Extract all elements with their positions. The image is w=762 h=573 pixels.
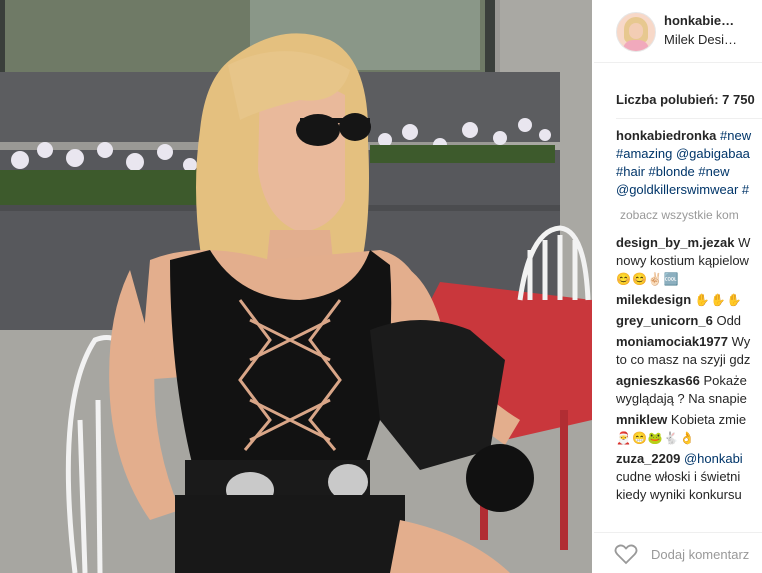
comment-text: kiedy wyniki konkursu — [616, 487, 742, 502]
username-link[interactable]: honkabie… — [664, 13, 734, 28]
caption: honkabiedronka #new #amazing @gabigabaa … — [616, 127, 762, 199]
comment-text[interactable]: @honkabi — [684, 451, 743, 466]
caption-line[interactable]: #new — [720, 128, 751, 143]
comment: agnieszkas66 Pokaże wyglądają ? Na snapi… — [616, 372, 762, 408]
comment-user[interactable]: zuza_2209 — [616, 451, 680, 466]
comments-list: design_by_m.jezak W nowy kostium kąpielo… — [616, 234, 762, 507]
post-photo[interactable] — [0, 0, 592, 573]
comment-text: Odd — [716, 313, 742, 328]
caption-line[interactable]: #hair #blonde #new — [616, 163, 762, 181]
comment: moniamociak1977 Wy to co masz na szyji g… — [616, 333, 762, 369]
post-sidebar: honkabie… Milek Desi… Liczba polubień: 7… — [594, 0, 762, 573]
heart-icon[interactable] — [614, 543, 638, 570]
likes-count[interactable]: Liczba polubień: 7 750 — [616, 92, 755, 107]
comment-user[interactable]: milekdesign — [616, 292, 691, 307]
comment-text: wyglądają ? Na snapie — [616, 391, 747, 406]
comment: mniklew Kobieta zmie 🎅😁🐸🐇👌 — [616, 411, 762, 447]
comment-emoji: ✋✋✋ — [694, 293, 743, 307]
caption-author[interactable]: honkabiedronka — [616, 128, 716, 143]
caption-line[interactable]: @goldkillerswimwear # — [616, 181, 762, 199]
comment-user[interactable]: agnieszkas66 — [616, 373, 700, 388]
comment-user[interactable]: mniklew — [616, 412, 667, 427]
location-link[interactable]: Milek Desi… — [664, 32, 737, 47]
add-comment-input[interactable]: Dodaj komentarz — [651, 547, 749, 562]
comment: grey_unicorn_6 Odd — [616, 312, 762, 330]
comment-text: Pokaże — [703, 373, 747, 388]
comment-user[interactable]: design_by_m.jezak — [616, 235, 735, 250]
view-all-comments-link[interactable]: zobacz wszystkie kom — [620, 208, 739, 222]
divider — [616, 118, 762, 119]
comment-text: Kobieta zmie — [670, 412, 747, 427]
comment-user[interactable]: grey_unicorn_6 — [616, 313, 713, 328]
comment-text: W — [738, 235, 751, 250]
comment: design_by_m.jezak W nowy kostium kąpielo… — [616, 234, 762, 288]
comment-text: to co masz na szyji gdz — [616, 352, 751, 367]
comment-emoji: 🎅😁🐸🐇👌 — [616, 431, 696, 445]
comment-text: cudne włoski i świetni — [616, 469, 741, 484]
caption-line[interactable]: #amazing @gabigabaa — [616, 145, 762, 163]
comment-text: Wy — [731, 334, 751, 349]
comment-emoji: 😊😊✌🏻🆒 — [616, 272, 680, 286]
comment-text: nowy kostium kąpielow — [616, 253, 749, 268]
comment: milekdesign ✋✋✋ — [616, 291, 762, 309]
photo-image — [0, 0, 592, 573]
comment-user[interactable]: moniamociak1977 — [616, 334, 728, 349]
post-footer: Dodaj komentarz — [594, 532, 762, 573]
avatar[interactable] — [616, 12, 656, 52]
comment: zuza_2209 @honkabi cudne włoski i świetn… — [616, 450, 762, 504]
post-header: honkabie… Milek Desi… — [594, 0, 762, 63]
